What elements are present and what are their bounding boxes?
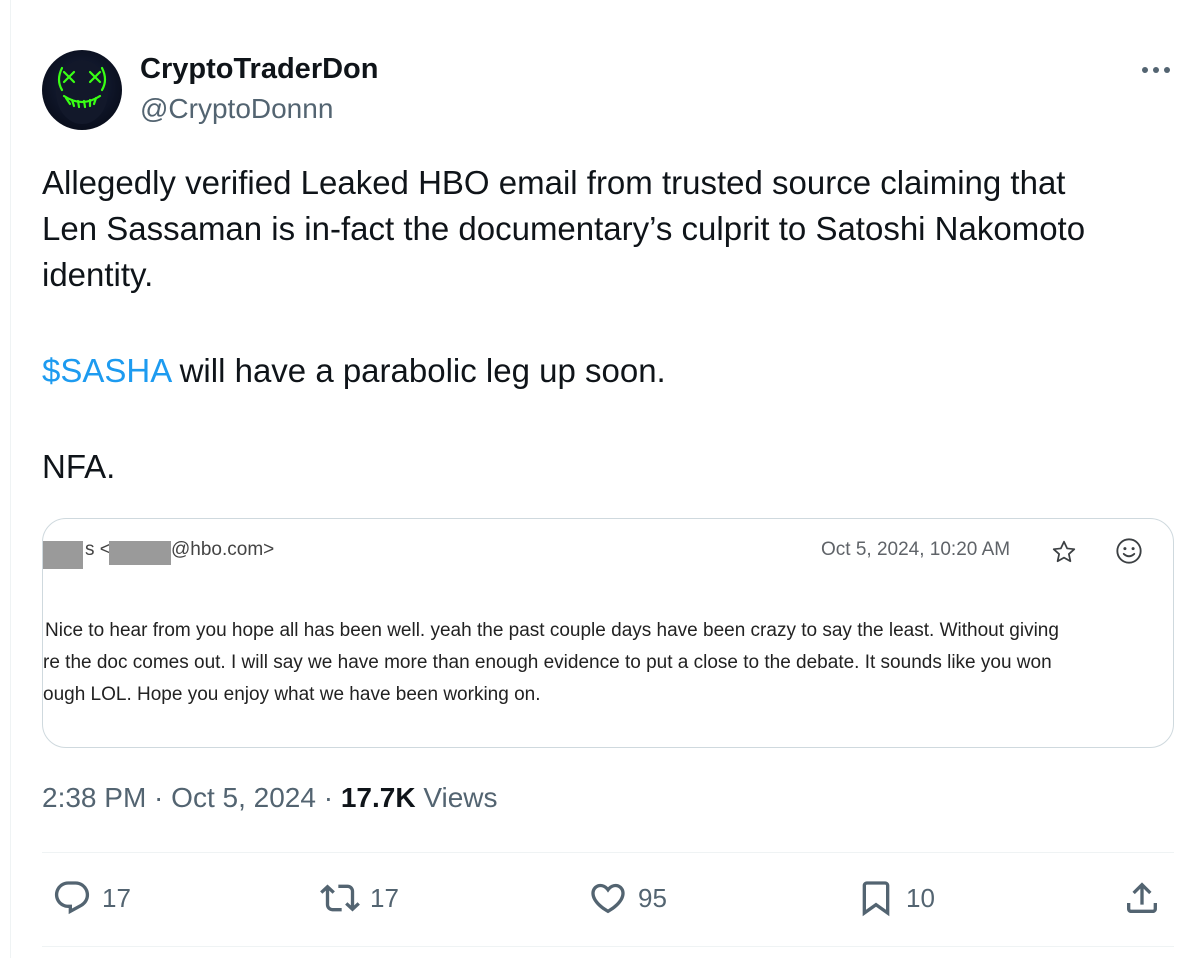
views-count: 17.7K: [340, 782, 416, 813]
tweet-date[interactable]: Oct 5, 2024: [171, 782, 316, 813]
tweet-time[interactable]: 2:38 PM: [42, 782, 146, 813]
tweet-spacer: [42, 298, 1182, 348]
tweet-line: identity.: [42, 256, 154, 293]
tweet-line: Allegedly verified Leaked HBO email from…: [42, 164, 1066, 201]
share-icon: [1122, 878, 1162, 918]
like-button[interactable]: 95: [588, 878, 667, 918]
divider: [42, 946, 1174, 947]
reply-icon: [52, 878, 92, 918]
tweet-spacer: [42, 394, 1182, 444]
email-body-line: ough LOL. Hope you enjoy what we have be…: [43, 684, 541, 705]
avatar[interactable]: [42, 50, 122, 130]
tweet-line: $SASHA will have a parabolic leg up soon…: [42, 348, 1182, 394]
redaction-box: [109, 541, 171, 565]
tweet-text: Allegedly verified Leaked HBO email from…: [42, 160, 1182, 490]
avatar-mask-image: [56, 60, 108, 124]
more-icon[interactable]: [1138, 58, 1174, 82]
author-display-name[interactable]: CryptoTraderDon: [140, 53, 378, 86]
meta-separator: ·: [315, 782, 341, 813]
email-body-line: re the doc comes out. I will say we have…: [43, 652, 1052, 673]
email-date: Oct 5, 2024, 10:20 AM: [821, 539, 1011, 560]
email-body-line: Nice to hear from you hope all has been …: [45, 620, 1059, 641]
tweet-line-rest: will have a parabolic leg up soon.: [170, 352, 666, 389]
author-handle[interactable]: @CryptoDonnn: [140, 93, 333, 125]
redaction-box: [43, 541, 83, 569]
bookmark-count: 10: [906, 882, 935, 913]
reply-button[interactable]: 17: [52, 878, 131, 918]
repost-icon: [320, 878, 360, 918]
tweet-line: Len Sassaman is in-fact the documentary’…: [42, 210, 1086, 247]
views-label: Views: [415, 782, 498, 813]
bookmark-button[interactable]: 10: [856, 878, 935, 918]
email-sender: s <: [85, 539, 111, 560]
like-icon: [588, 878, 628, 918]
share-button[interactable]: [1122, 878, 1162, 918]
cashtag-link[interactable]: $SASHA: [42, 352, 170, 389]
email-screenshot-card[interactable]: s < @hbo.com> Oct 5, 2024, 10:20 AM Nice…: [42, 518, 1174, 748]
repost-button[interactable]: 17: [320, 878, 399, 918]
divider: [42, 852, 1174, 853]
timeline-border: [10, 0, 11, 958]
emoji-icon[interactable]: [1115, 537, 1143, 570]
star-icon[interactable]: [1051, 539, 1077, 570]
email-sender-domain: @hbo.com>: [171, 539, 275, 560]
email-body: Nice to hear from you hope all has been …: [43, 615, 1173, 711]
meta-separator: ·: [146, 782, 172, 813]
bookmark-icon: [856, 878, 896, 918]
repost-count: 17: [370, 882, 399, 913]
like-count: 95: [638, 882, 667, 913]
tweet-meta: 2:38 PM · Oct 5, 2024 · 17.7K Views: [42, 782, 498, 814]
reply-count: 17: [102, 882, 131, 913]
tweet-line: NFA.: [42, 448, 116, 485]
